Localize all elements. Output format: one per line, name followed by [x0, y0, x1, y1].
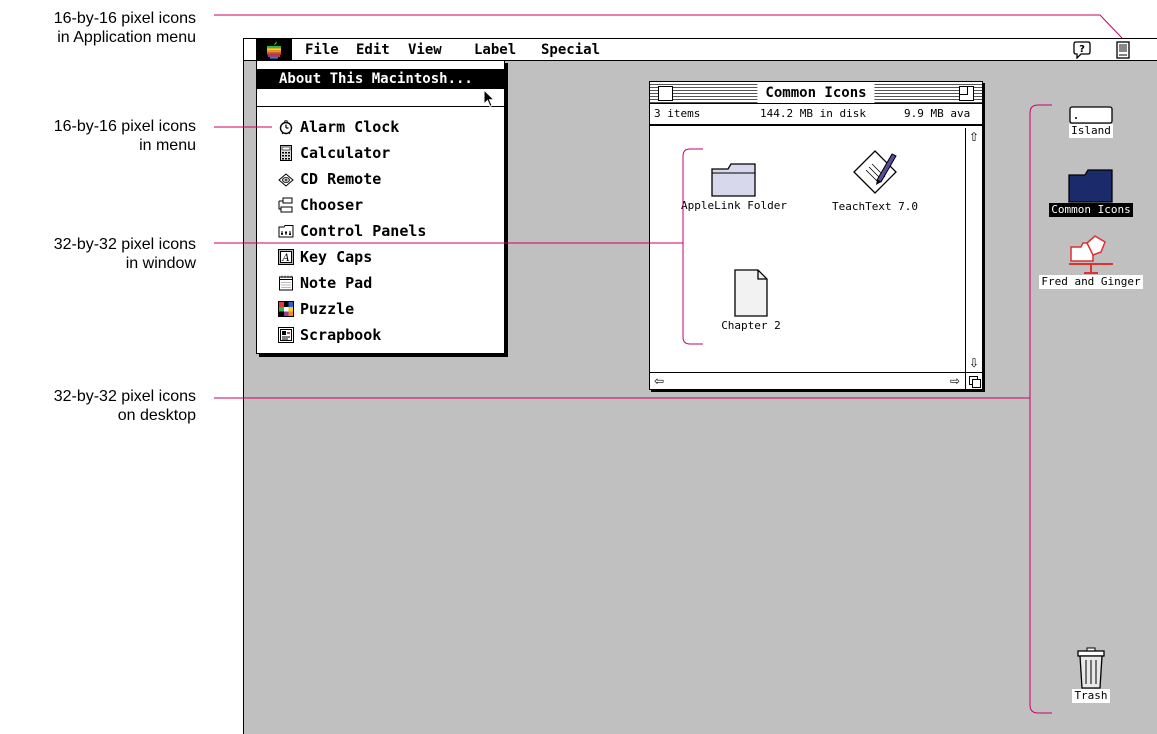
- horizontal-scrollbar[interactable]: ⇦ ⇨: [650, 372, 982, 389]
- window-icon-teachtext[interactable]: TeachText 7.0: [820, 148, 930, 213]
- close-box[interactable]: [658, 86, 673, 101]
- menu-item-calculator[interactable]: Calculator: [277, 141, 390, 165]
- callout-line-application-menu: [214, 14, 1123, 39]
- window-info-bar: 3 items 144.2 MB in disk 9.9 MB ava: [650, 104, 982, 126]
- menu-item-label: CD Remote: [300, 170, 382, 188]
- scroll-right-arrow-icon[interactable]: ⇨: [947, 373, 963, 389]
- callout-line-1: 16-by-16 pixel icons: [53, 10, 196, 27]
- callout-line-2: in menu: [139, 137, 196, 154]
- icon-label: AppleLink Folder: [681, 199, 787, 212]
- disk-usage: 144.2 MB in disk: [760, 107, 866, 120]
- desktop-icon-fred-and-ginger[interactable]: Fred and Ginger: [1036, 235, 1146, 289]
- scrapbook-icon: [277, 327, 294, 344]
- apple-icon[interactable]: [266, 41, 282, 59]
- scroll-left-arrow-icon[interactable]: ⇦: [651, 373, 667, 389]
- window-icon-chapter-2[interactable]: Chapter 2: [696, 269, 806, 332]
- callout-line-2: in window: [125, 255, 196, 272]
- menu-bar: File Edit View Label Special ?: [244, 39, 1157, 61]
- teachtext-icon: [853, 150, 897, 194]
- icon-label: Fred and Ginger: [1039, 275, 1143, 289]
- svg-text:A: A: [281, 253, 289, 264]
- callout-menu: 16-by-16 pixel icons in menu: [0, 117, 196, 155]
- menu-special[interactable]: Special: [541, 42, 600, 58]
- icon-label: Common Icons: [1049, 203, 1133, 217]
- scroll-down-arrow-icon[interactable]: ⇩: [966, 355, 982, 371]
- menu-edit[interactable]: Edit: [356, 42, 390, 58]
- mouse-pointer-icon: [483, 89, 496, 108]
- menu-item-note-pad[interactable]: Note Pad: [277, 271, 372, 295]
- desktop-icon-island[interactable]: Island: [1036, 106, 1146, 138]
- menu-item-label: Control Panels: [300, 222, 427, 240]
- size-box[interactable]: [965, 373, 982, 389]
- folder-icon: [1068, 169, 1113, 203]
- menu-item-control-panels[interactable]: Control Panels: [277, 219, 426, 243]
- title-bar[interactable]: Common Icons: [650, 82, 982, 104]
- note-pad-icon: [277, 275, 294, 292]
- disk-icon: [1069, 106, 1113, 124]
- item-count: 3 items: [654, 107, 701, 120]
- menu-item-label: Calculator: [300, 144, 391, 162]
- shared-folder-icon: [1069, 235, 1113, 274]
- scroll-up-arrow-icon[interactable]: ⇧: [966, 129, 982, 145]
- window-icon-applelink-folder[interactable]: AppleLink Folder: [679, 161, 789, 212]
- calculator-icon: [277, 145, 294, 162]
- menu-item-scrapbook[interactable]: Scrapbook: [277, 323, 381, 347]
- key-caps-icon: A: [277, 249, 294, 266]
- cd-remote-icon: [277, 171, 294, 188]
- callout-line-1: 16-by-16 pixel icons: [53, 118, 196, 135]
- alarm-clock-icon: [277, 119, 294, 136]
- menu-item-label: Puzzle: [300, 300, 355, 318]
- control-panels-icon: [277, 223, 294, 240]
- icon-label: Chapter 2: [721, 319, 781, 332]
- callout-line-1: 32-by-32 pixel icons: [53, 236, 196, 253]
- icon-label: Island: [1069, 124, 1113, 138]
- callout-window: 32-by-32 pixel icons in window: [0, 235, 196, 273]
- puzzle-icon: [277, 301, 294, 318]
- finder-window[interactable]: Common Icons 3 items 144.2 MB in disk 9.…: [649, 81, 983, 390]
- menu-item-label: Scrapbook: [300, 326, 382, 344]
- svg-text:?: ?: [1079, 44, 1085, 55]
- menu-item-label: Note Pad: [300, 274, 373, 292]
- desktop-icon-trash[interactable]: Trash: [1036, 647, 1146, 703]
- application-menu-icon[interactable]: [1115, 41, 1131, 59]
- menu-item-label: Key Caps: [300, 248, 373, 266]
- document-icon: [734, 269, 768, 317]
- available-space: 9.9 MB ava: [904, 107, 971, 120]
- callout-line-1: 32-by-32 pixel icons: [53, 388, 196, 405]
- menu-label[interactable]: Label: [474, 42, 516, 58]
- menu-item-label: Chooser: [300, 196, 364, 214]
- menu-item-chooser[interactable]: Chooser: [277, 193, 363, 217]
- menu-item-puzzle[interactable]: Puzzle: [277, 297, 354, 321]
- chooser-icon: [277, 197, 294, 214]
- about-this-macintosh-item[interactable]: About This Macintosh...: [257, 69, 504, 89]
- apple-menu: About This Macintosh... Alarm Clock Calc…: [256, 60, 505, 354]
- help-balloon-icon[interactable]: ?: [1073, 41, 1091, 59]
- folder-icon: [711, 163, 756, 197]
- icon-label: Trash: [1072, 689, 1110, 703]
- menu-file[interactable]: File: [305, 42, 339, 58]
- menu-view[interactable]: View: [408, 42, 442, 58]
- vertical-scrollbar[interactable]: ⇧ ⇩: [965, 128, 982, 372]
- zoom-box[interactable]: [959, 86, 974, 101]
- callout-line-2: in Application menu: [57, 29, 196, 46]
- callout-line-2: on desktop: [117, 407, 196, 424]
- mac-desktop[interactable]: File Edit View Label Special ? About Thi…: [243, 38, 1157, 734]
- icon-label: TeachText 7.0: [831, 200, 919, 213]
- callout-desktop: 32-by-32 pixel icons on desktop: [0, 387, 196, 425]
- menu-item-alarm-clock[interactable]: Alarm Clock: [277, 115, 399, 139]
- callout-application-menu: 16-by-16 pixel icons in Application menu: [0, 9, 196, 47]
- trash-icon: [1077, 647, 1105, 689]
- menu-item-cd-remote[interactable]: CD Remote: [277, 167, 381, 191]
- menu-item-key-caps[interactable]: A Key Caps: [277, 245, 372, 269]
- menu-item-label: Alarm Clock: [300, 118, 400, 136]
- menu-separator: [257, 106, 504, 107]
- window-title: Common Icons: [757, 83, 875, 103]
- desktop-icon-common-icons[interactable]: Common Icons: [1036, 167, 1146, 217]
